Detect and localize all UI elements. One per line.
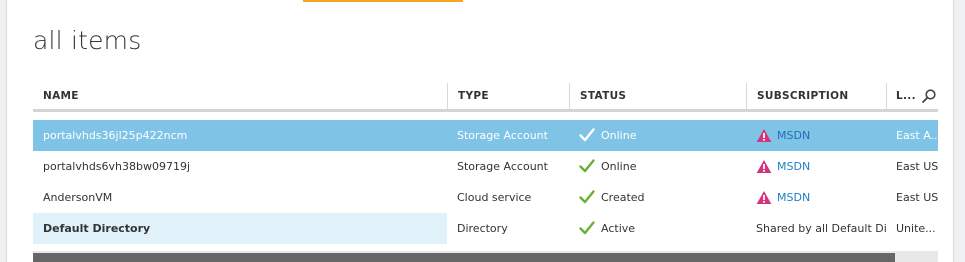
top-accent-bar [303, 0, 463, 2]
cell-name: portalvhds6vh38bw09719j [43, 160, 191, 173]
cell-location: East US [896, 160, 938, 173]
column-header-subscription[interactable]: SUBSCRIPTION [746, 83, 886, 109]
status-text: Created [601, 191, 645, 204]
table-row[interactable]: portalvhds36jl25p422ncm Storage Account … [33, 120, 938, 151]
check-icon [579, 128, 595, 142]
subscription-link[interactable]: MSDN [777, 191, 810, 204]
check-icon [579, 159, 595, 173]
cell-status: Active [569, 213, 746, 244]
cell-subscription: Shared by all Default Dir... [756, 222, 886, 235]
check-icon [579, 190, 595, 204]
search-icon[interactable] [921, 88, 937, 104]
table-row[interactable]: portalvhds6vh38bw09719j Storage Account … [33, 151, 938, 182]
warning-icon [756, 159, 772, 173]
cell-name: Default Directory [33, 213, 447, 244]
cell-subscription: MSDN [746, 182, 886, 213]
horizontal-scrollbar[interactable] [33, 251, 938, 262]
cell-location: East A... [896, 129, 938, 142]
column-header-name[interactable]: NAME [33, 83, 447, 109]
cell-status: Created [569, 182, 746, 213]
column-header-type[interactable]: TYPE [447, 83, 569, 109]
cell-type: Storage Account [457, 160, 548, 173]
subscription-link[interactable]: MSDN [777, 160, 810, 173]
cell-type: Cloud service [457, 191, 532, 204]
cell-status: Online [569, 151, 746, 182]
cell-name: portalvhds36jl25p422ncm [43, 129, 188, 142]
status-text: Online [601, 129, 637, 142]
warning-icon [756, 128, 772, 142]
subscription-link[interactable]: MSDN [777, 129, 810, 142]
check-icon [579, 221, 595, 235]
status-text: Active [601, 222, 636, 235]
cell-location: East US [896, 191, 938, 204]
cell-subscription: MSDN [746, 151, 886, 182]
table-row[interactable]: AndersonVM Cloud service Created MSDN Ea… [33, 182, 938, 213]
warning-icon [756, 190, 772, 204]
table-row[interactable]: Default Directory Directory Active Share… [33, 213, 938, 244]
cell-type: Directory [457, 222, 508, 235]
cell-status: Online [569, 120, 746, 151]
table-header: NAME TYPE STATUS SUBSCRIPTION L... [33, 83, 938, 112]
cell-subscription: MSDN [746, 120, 886, 151]
column-header-location[interactable]: L... [886, 83, 916, 109]
cell-location: Unite... [896, 222, 936, 235]
scrollbar-thumb[interactable] [33, 253, 895, 262]
column-header-status[interactable]: STATUS [569, 83, 746, 109]
cell-name: AndersonVM [43, 191, 113, 204]
page-title: all items [33, 26, 142, 55]
items-panel: all items NAME TYPE STATUS SUBSCRIPTION … [6, 0, 954, 262]
cell-type: Storage Account [457, 129, 548, 142]
status-text: Online [601, 160, 637, 173]
